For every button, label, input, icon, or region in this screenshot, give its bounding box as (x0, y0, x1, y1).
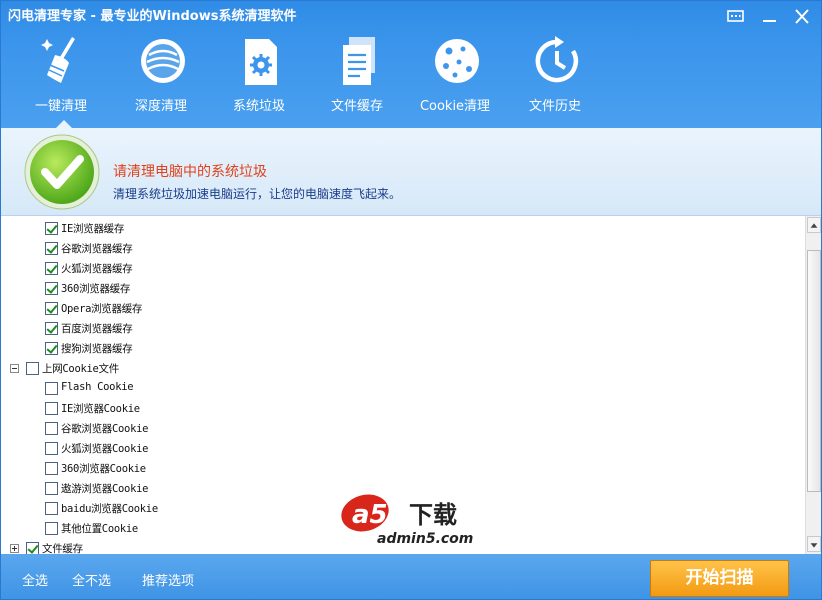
tab-cookie-clean[interactable]: Cookie清理 (407, 35, 503, 127)
gear-document-icon (237, 35, 285, 89)
item-label: 其他位置Cookie (61, 523, 138, 535)
item-label: 搜狗浏览器缓存 (61, 343, 133, 355)
tab-label: 文件缓存 (330, 99, 383, 114)
footer-bar: 全选 全不选 推荐选项 开始扫描 (1, 554, 821, 599)
item-checkbox[interactable] (45, 282, 58, 295)
banner-title: 请清理电脑中的系统垃圾 (113, 164, 267, 180)
item-label: 谷歌浏览器Cookie (61, 423, 149, 435)
item-label: baidu浏览器Cookie (61, 503, 158, 515)
item-label: 360浏览器缓存 (61, 283, 131, 295)
item-label: Flash Cookie (61, 381, 134, 393)
item-checkbox[interactable] (45, 502, 58, 515)
item-checkbox[interactable] (26, 542, 39, 554)
broom-icon (39, 35, 87, 89)
tree-scrollbar[interactable] (805, 216, 821, 554)
clean-items-tree: IE浏览器缓存 谷歌浏览器缓存 火狐浏览器缓存 360浏览器缓存 Opera浏览器缓存百… (1, 216, 805, 554)
item-label: 遨游浏览器Cookie (61, 483, 149, 495)
item-checkbox[interactable] (45, 262, 58, 275)
item-checkbox[interactable] (45, 442, 58, 455)
tab-label: 深度清理 (134, 99, 187, 114)
item-label: 火狐浏览器缓存 (61, 263, 133, 275)
svg-text:a5: a5 (352, 500, 388, 530)
disk-icon (139, 35, 187, 89)
item-checkbox[interactable] (45, 462, 58, 475)
select-none-link[interactable]: 全不选 (72, 570, 111, 589)
tab-one-click-clean[interactable]: 一键清理 (13, 35, 109, 129)
item-label: 谷歌浏览器缓存 (61, 243, 133, 255)
feedback-icon[interactable] (725, 7, 747, 27)
item-checkbox[interactable] (45, 322, 58, 335)
item-checkbox[interactable] (45, 402, 58, 415)
item-checkbox[interactable] (45, 482, 58, 495)
tab-file-cache[interactable]: 文件缓存 (309, 35, 405, 127)
window-title: 闪电清理专家 - 最专业的Windows系统清理软件 (8, 9, 297, 24)
item-label: 360浏览器Cookie (61, 463, 146, 475)
banner-subtitle: 清理系统垃圾加速电脑运行，让您的电脑速度飞起来。 (113, 187, 402, 201)
scroll-thumb[interactable] (807, 250, 821, 492)
item-checkbox[interactable] (45, 222, 58, 235)
tab-label: Cookie清理 (419, 99, 491, 114)
item-checkbox[interactable] (45, 342, 58, 355)
select-all-link[interactable]: 全选 (22, 570, 48, 589)
header: 闪电清理专家 - 最专业的Windows系统清理软件 一键清理 深度清理 系统垃… (1, 1, 821, 129)
status-banner: 请清理电脑中的系统垃圾 清理系统垃圾加速电脑运行，让您的电脑速度飞起来。 (1, 128, 821, 216)
tab-system-junk[interactable]: 系统垃圾 (211, 35, 307, 127)
item-checkbox[interactable] (45, 382, 58, 395)
cookie-icon (433, 35, 481, 89)
svg-text:admin5.com: admin5.com (377, 531, 473, 547)
tab-label: 一键清理 (34, 99, 87, 114)
item-label: 上网Cookie文件 (42, 363, 119, 375)
item-checkbox[interactable] (45, 522, 58, 535)
scroll-down-button[interactable] (807, 536, 821, 552)
item-checkbox[interactable] (45, 302, 58, 315)
minimize-icon[interactable] (759, 7, 781, 27)
tab-deep-clean[interactable]: 深度清理 (113, 35, 209, 127)
start-scan-button[interactable]: 开始扫描 (650, 560, 789, 597)
item-label: IE浏览器缓存 (61, 223, 125, 235)
app-window: 闪电清理专家 - 最专业的Windows系统清理软件 一键清理 深度清理 系统垃… (0, 0, 822, 600)
watermark-logo: a5 下载 admin5.com (339, 491, 489, 551)
tab-file-history[interactable]: 文件历史 (507, 35, 603, 127)
close-icon[interactable] (791, 7, 813, 27)
item-label: 文件缓存 (42, 543, 83, 554)
scroll-up-button[interactable] (807, 217, 821, 233)
history-clock-icon (533, 35, 581, 89)
tab-label: 文件历史 (528, 99, 581, 114)
item-checkbox[interactable] (26, 362, 39, 375)
recommended-options-link[interactable]: 推荐选项 (142, 570, 194, 589)
file-stack-icon (335, 35, 383, 89)
item-label: 百度浏览器缓存 (61, 323, 133, 335)
collapse-icon[interactable] (10, 364, 19, 373)
item-checkbox[interactable] (45, 422, 58, 435)
tab-label: 系统垃圾 (232, 99, 285, 114)
item-checkbox[interactable] (45, 242, 58, 255)
item-label: Opera浏览器缓存 (61, 303, 143, 315)
success-check-icon (23, 133, 101, 211)
item-label: 火狐浏览器Cookie (61, 443, 149, 455)
svg-text:下载: 下载 (409, 501, 457, 529)
item-label: IE浏览器Cookie (61, 403, 140, 415)
expand-icon[interactable] (10, 544, 19, 553)
